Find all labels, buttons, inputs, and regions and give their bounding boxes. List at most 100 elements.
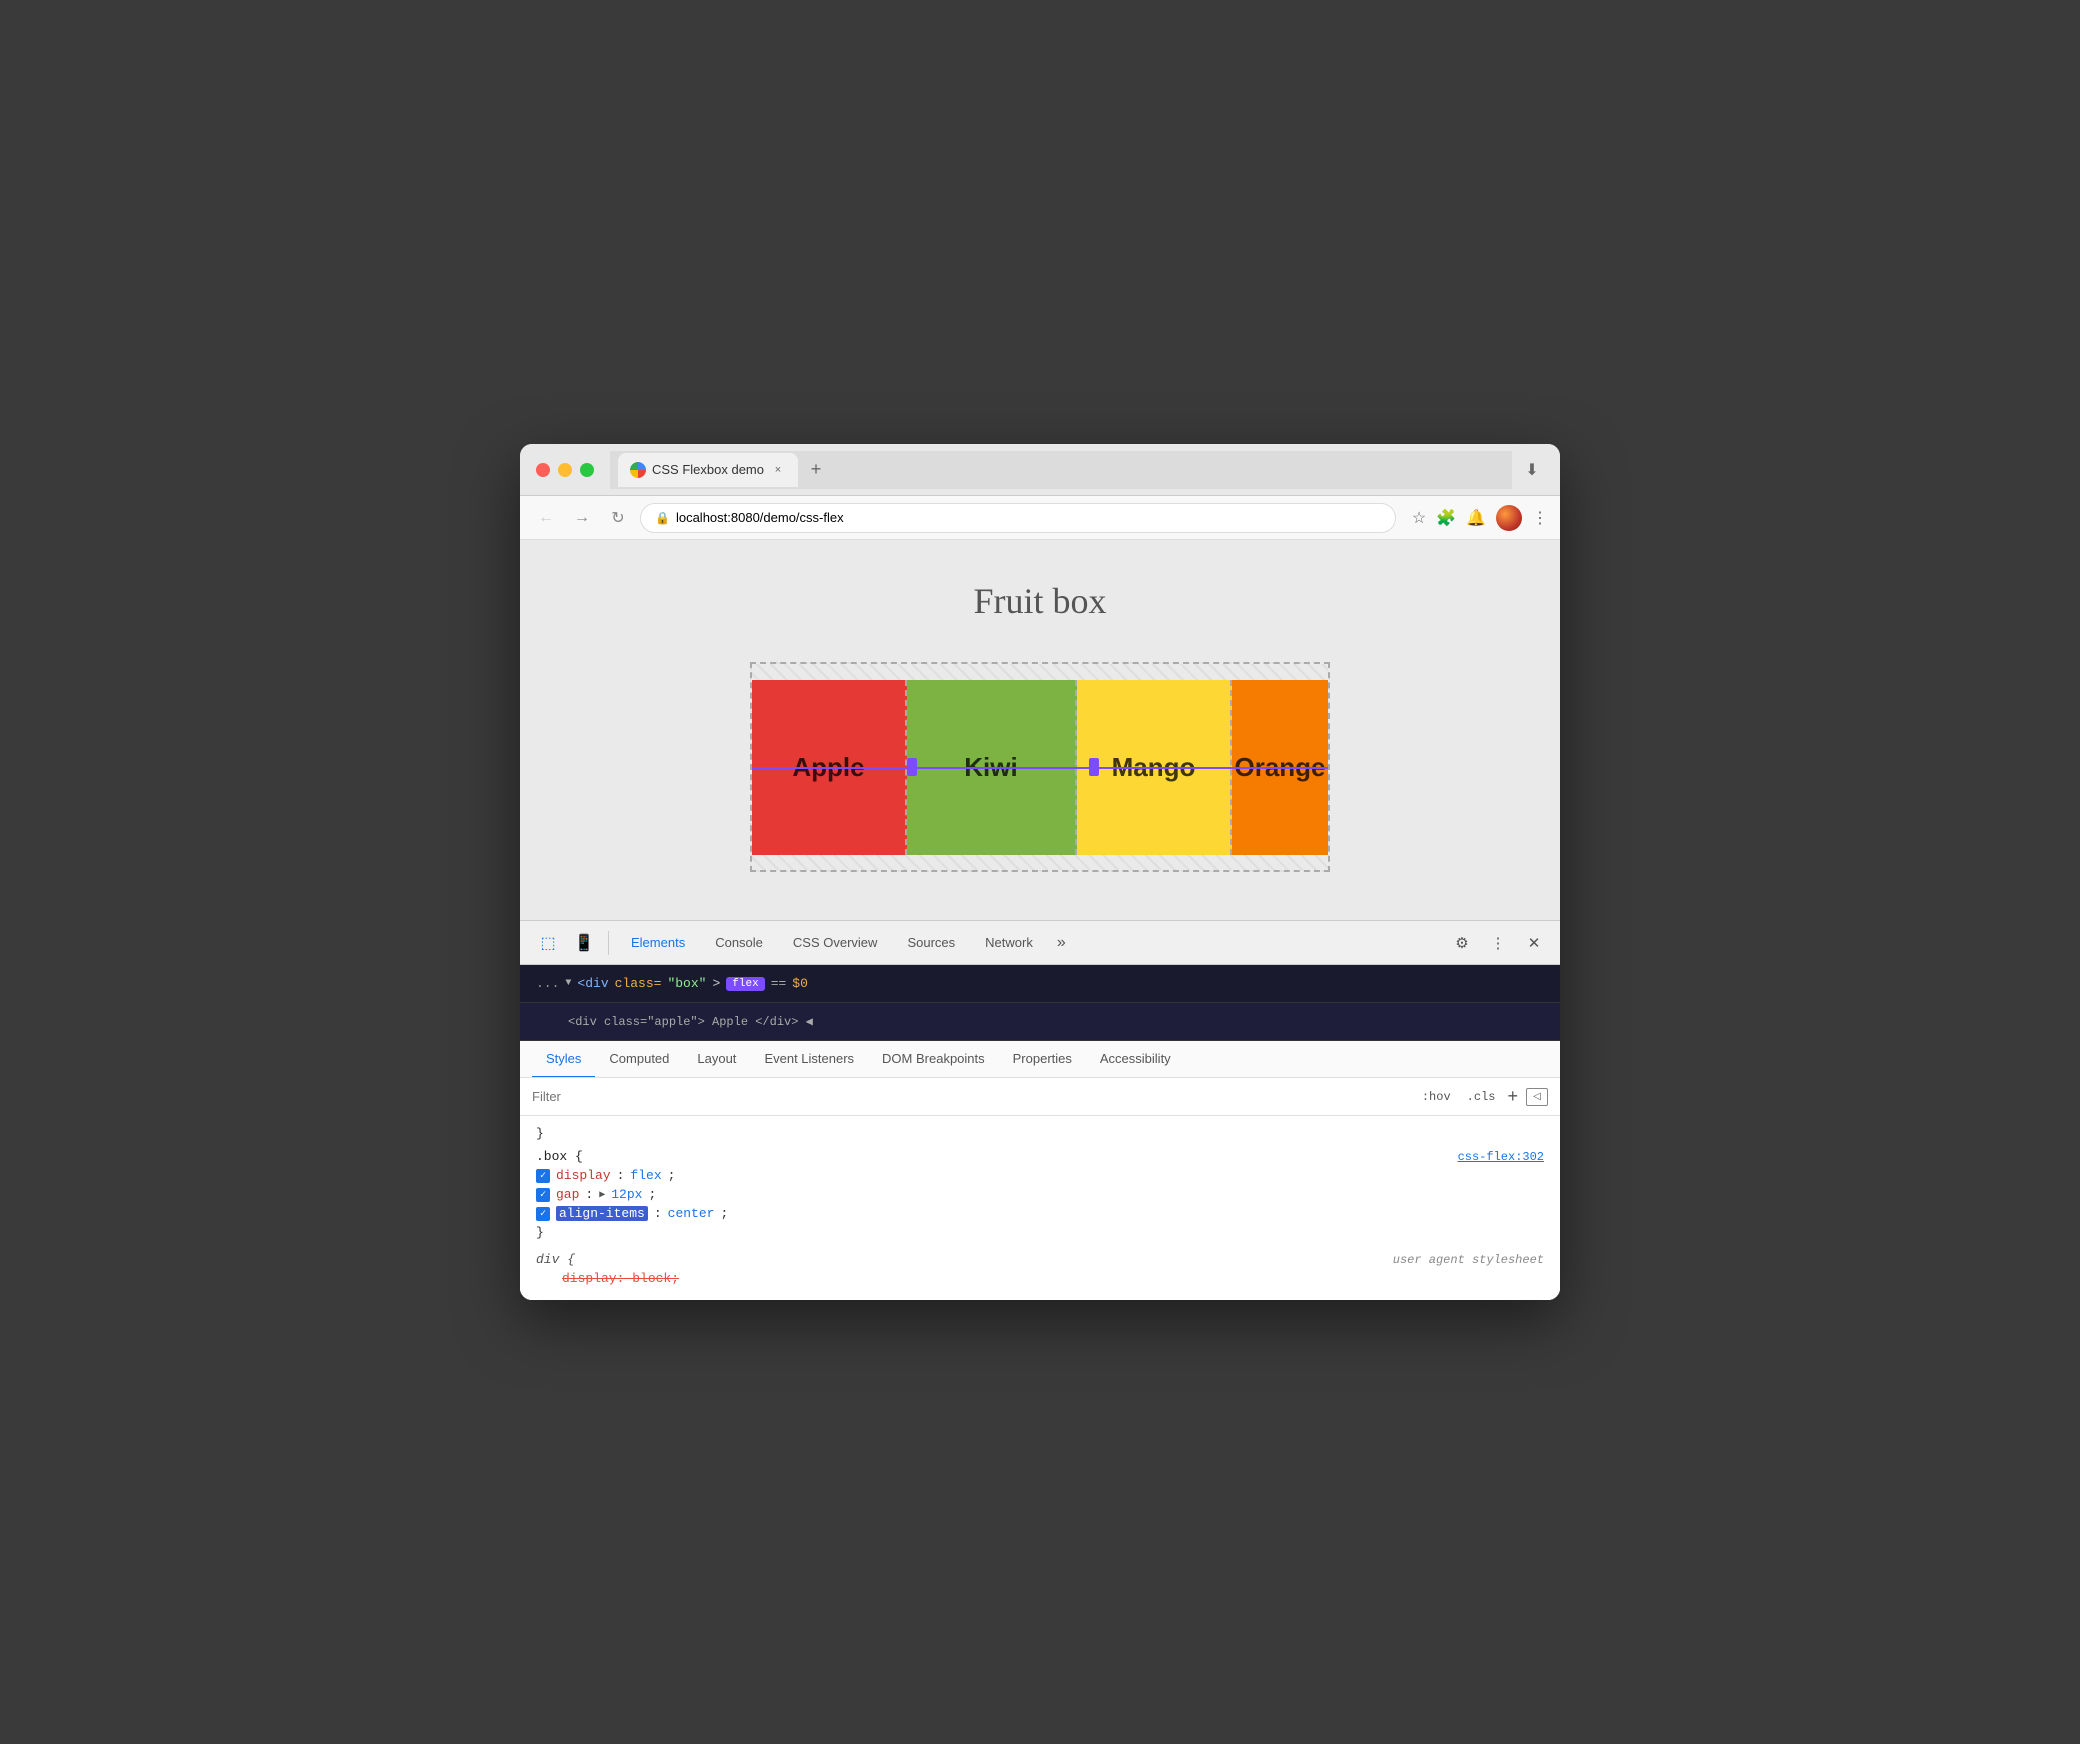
extensions-icon[interactable]: 🧩 bbox=[1436, 508, 1456, 528]
title-bar: CSS Flexbox demo × + ⬇ bbox=[520, 444, 1560, 496]
filter-actions: :hov .cls + bbox=[1418, 1086, 1548, 1107]
dom-attr-class: class= bbox=[615, 976, 662, 991]
dom-ellipsis: ... bbox=[536, 976, 559, 991]
styles-subtab-computed[interactable]: Computed bbox=[595, 1041, 683, 1078]
hov-button[interactable]: :hov bbox=[1418, 1088, 1455, 1106]
bookmark-icon[interactable]: ☆ bbox=[1412, 508, 1426, 528]
dom-expand-icon[interactable]: ▼ bbox=[565, 978, 571, 989]
page-content: Fruit box Apple Kiwi Mango Orange bbox=[520, 540, 1560, 920]
fruit-mango: Mango bbox=[1077, 680, 1232, 855]
menu-icon[interactable]: ⋮ bbox=[1532, 508, 1548, 528]
toolbar-separator bbox=[608, 931, 609, 955]
styles-subtab-layout[interactable]: Layout bbox=[683, 1041, 750, 1078]
css-selector-box: .box { bbox=[536, 1149, 583, 1164]
dom-sub-row: <div class="apple"> Apple </div> ◀ bbox=[520, 1003, 1560, 1041]
css-semicolon-3: ; bbox=[720, 1206, 728, 1221]
dom-tag-close: > bbox=[712, 976, 720, 991]
devtools-toolbar: ⬚ 📱 Elements Console CSS Overview Source… bbox=[520, 921, 1560, 965]
css-colon-3: : bbox=[654, 1206, 662, 1221]
styles-subtab-dom-breakpoints[interactable]: DOM Breakpoints bbox=[868, 1041, 999, 1078]
css-rule-div: div { user agent stylesheet display: blo… bbox=[520, 1246, 1560, 1292]
device-toolbar-icon[interactable]: 📱 bbox=[568, 927, 600, 959]
css-prop-checkbox-display[interactable] bbox=[536, 1169, 550, 1183]
security-icon: 🔒 bbox=[655, 511, 670, 525]
maximize-window-button[interactable] bbox=[580, 463, 594, 477]
toolbar-icons: ☆ 🧩 🔔 ⋮ bbox=[1412, 505, 1548, 531]
dom-tag: <div bbox=[577, 976, 608, 991]
forward-button[interactable]: → bbox=[568, 504, 596, 532]
devtools-panel: ⬚ 📱 Elements Console CSS Overview Source… bbox=[520, 920, 1560, 1300]
tab-console[interactable]: Console bbox=[701, 929, 777, 956]
new-tab-button[interactable]: + bbox=[802, 456, 830, 484]
add-style-button[interactable]: + bbox=[1507, 1086, 1518, 1107]
tab-elements[interactable]: Elements bbox=[617, 929, 699, 956]
traffic-lights bbox=[536, 463, 594, 477]
css-selector-div: div { bbox=[536, 1252, 575, 1267]
css-prop-display: display : flex ; bbox=[520, 1166, 1560, 1185]
devtools-tabs: Elements Console CSS Overview Sources Ne… bbox=[617, 929, 1074, 956]
tab-sources[interactable]: Sources bbox=[893, 929, 969, 956]
downloads-icon[interactable]: ⬇ bbox=[1520, 458, 1544, 482]
dom-flex-badge[interactable]: flex bbox=[726, 977, 764, 991]
css-semicolon-1: ; bbox=[668, 1168, 676, 1183]
css-prop-gap: gap : ▶ 12px ; bbox=[520, 1185, 1560, 1204]
css-prop-name-display: display bbox=[556, 1168, 611, 1183]
active-tab[interactable]: CSS Flexbox demo × bbox=[618, 453, 798, 487]
dom-inspector-row: ... ▼ <div class= "box" > flex == $0 bbox=[520, 965, 1560, 1003]
css-colon-2: : bbox=[585, 1187, 593, 1202]
tab-network[interactable]: Network bbox=[971, 929, 1047, 956]
styles-subtab-event-listeners[interactable]: Event Listeners bbox=[750, 1041, 868, 1078]
browser-controls-right: ⬇ bbox=[1520, 458, 1544, 482]
styles-subtab-styles[interactable]: Styles bbox=[532, 1041, 595, 1078]
avatar-image bbox=[1496, 505, 1522, 531]
css-prop-checkbox-gap[interactable] bbox=[536, 1188, 550, 1202]
profile-icon[interactable]: 🔔 bbox=[1466, 508, 1486, 528]
gap-indicator-2[interactable] bbox=[1089, 758, 1099, 776]
css-source-link-box[interactable]: css-flex:302 bbox=[1458, 1150, 1544, 1164]
styles-panel: Styles Computed Layout Event Listeners D… bbox=[520, 1041, 1560, 1300]
css-prop-value-gap[interactable]: 12px bbox=[611, 1187, 642, 1202]
more-tabs-button[interactable]: » bbox=[1049, 930, 1074, 956]
css-ua-source: user agent stylesheet bbox=[1393, 1253, 1544, 1267]
css-colon-1: : bbox=[617, 1168, 625, 1183]
filter-input[interactable] bbox=[532, 1089, 1418, 1104]
css-rule-div-header: div { user agent stylesheet bbox=[520, 1250, 1560, 1269]
css-prop-name-gap: gap bbox=[556, 1187, 579, 1202]
dom-equals: == bbox=[771, 976, 787, 991]
css-semicolon-2: ; bbox=[648, 1187, 656, 1202]
devtools-more-icon[interactable]: ⋮ bbox=[1484, 929, 1512, 957]
toggle-sidebar-icon[interactable] bbox=[1526, 1088, 1548, 1106]
fruit-orange: Orange bbox=[1232, 680, 1328, 855]
refresh-button[interactable]: ↻ bbox=[604, 504, 632, 532]
tab-close-button[interactable]: × bbox=[770, 462, 786, 478]
filter-bar: :hov .cls + bbox=[520, 1078, 1560, 1116]
devtools-settings-icon[interactable]: ⚙ bbox=[1448, 929, 1476, 957]
minimize-window-button[interactable] bbox=[558, 463, 572, 477]
css-prop-checkbox-align-items[interactable] bbox=[536, 1207, 550, 1221]
css-prop-value-align-items[interactable]: center bbox=[668, 1206, 715, 1221]
css-rule-box-close-brace: } bbox=[520, 1223, 1560, 1242]
gap-indicator-1[interactable] bbox=[907, 758, 917, 776]
css-prev-close-brace: } bbox=[520, 1124, 1560, 1143]
gap-expand-icon[interactable]: ▶ bbox=[599, 1189, 605, 1201]
element-picker-icon[interactable]: ⬚ bbox=[532, 927, 564, 959]
dom-child-preview: <div class="apple"> Apple </div> ◀ bbox=[568, 1014, 813, 1029]
back-button[interactable]: ← bbox=[532, 504, 560, 532]
cls-button[interactable]: .cls bbox=[1463, 1088, 1500, 1106]
address-bar: ← → ↻ 🔒 localhost:8080/demo/css-flex ☆ 🧩… bbox=[520, 496, 1560, 540]
fruit-box: Apple Kiwi Mango Orange bbox=[750, 662, 1330, 872]
devtools-close-icon[interactable]: ✕ bbox=[1520, 929, 1548, 957]
css-rules: } .box { css-flex:302 display : flex ; bbox=[520, 1116, 1560, 1300]
url-bar[interactable]: 🔒 localhost:8080/demo/css-flex bbox=[640, 503, 1396, 533]
styles-subtab-properties[interactable]: Properties bbox=[999, 1041, 1086, 1078]
tab-css-overview[interactable]: CSS Overview bbox=[779, 929, 892, 956]
tab-bar: CSS Flexbox demo × + bbox=[610, 451, 1512, 489]
dom-dollar-zero: $0 bbox=[792, 976, 808, 991]
css-prop-value-display[interactable]: flex bbox=[630, 1168, 661, 1183]
fruit-apple: Apple bbox=[752, 680, 907, 855]
close-window-button[interactable] bbox=[536, 463, 550, 477]
styles-subtab-accessibility[interactable]: Accessibility bbox=[1086, 1041, 1185, 1078]
devtools-right-controls: ⚙ ⋮ ✕ bbox=[1448, 929, 1548, 957]
avatar[interactable] bbox=[1496, 505, 1522, 531]
css-prop-name-display-ua: display: block; bbox=[562, 1271, 679, 1286]
